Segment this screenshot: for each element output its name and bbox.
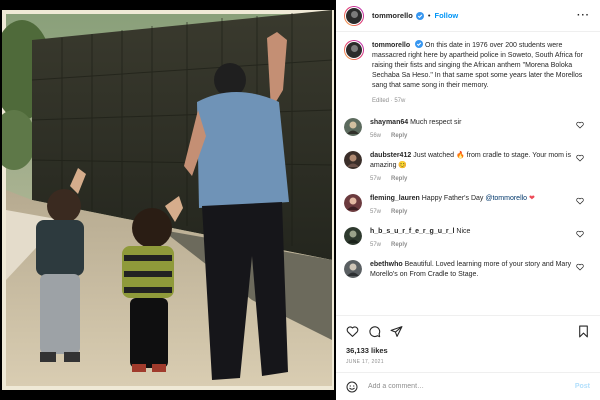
post-comment-button[interactable]: Post — [575, 383, 590, 390]
heart-emoji: ❤ — [529, 195, 535, 202]
reply-button[interactable]: Reply — [391, 133, 407, 139]
author-avatar[interactable] — [344, 5, 364, 26]
post-panel: tommorello • Follow ··· tommorello On th… — [336, 0, 600, 400]
comment-time: 57w — [370, 242, 382, 248]
separator-dot: • — [427, 11, 431, 20]
like-comment-heart-icon[interactable] — [576, 121, 584, 129]
comment-icon[interactable] — [368, 325, 381, 338]
share-icon[interactable] — [390, 325, 403, 338]
caption-meta: Edited · 57w — [372, 98, 406, 104]
like-comment-heart-icon[interactable] — [576, 197, 584, 205]
comment-time: 57w — [370, 176, 382, 182]
comment-text: Nice — [456, 228, 471, 235]
comment-item: h_b_s_u_r_f_e_r_g_u_r_l Nice 57w Reply — [344, 227, 590, 248]
follow-button[interactable]: Follow — [434, 11, 458, 20]
bookmark-icon[interactable] — [577, 325, 590, 338]
commenter-avatar[interactable] — [344, 151, 362, 169]
caption-avatar[interactable] — [344, 40, 364, 60]
comment-username[interactable]: h_b_s_u_r_f_e_r_g_u_r_l — [370, 228, 454, 235]
smile-emoji: 😊 — [398, 162, 408, 169]
post-header: tommorello • Follow ··· — [336, 0, 600, 32]
comments-list[interactable]: tommorello On this date in 1976 over 200… — [336, 33, 600, 315]
more-options-button[interactable]: ··· — [577, 10, 590, 21]
comment-text: Much respect sir — [410, 119, 462, 126]
reply-button[interactable]: Reply — [391, 242, 407, 248]
comment-time: 57w — [370, 209, 382, 215]
likes-count[interactable]: 36,133 likes — [346, 346, 590, 355]
action-icons-row — [346, 322, 590, 340]
instagram-post-modal: tommorello • Follow ··· tommorello On th… — [0, 0, 600, 400]
commenter-avatar[interactable] — [344, 227, 362, 245]
comment-time: 56w — [370, 133, 382, 139]
commenter-avatar[interactable] — [344, 260, 362, 278]
reply-button[interactable]: Reply — [391, 209, 407, 215]
like-comment-heart-icon[interactable] — [576, 154, 584, 162]
comment-username[interactable]: ebethwho — [370, 261, 403, 268]
like-comment-heart-icon[interactable] — [576, 263, 584, 271]
caption-text: On this date in 1976 over 200 students w… — [372, 42, 583, 89]
verified-badge-icon — [415, 11, 424, 20]
comment-username[interactable]: fleming_lauren — [370, 195, 420, 202]
author-username[interactable]: tommorello — [372, 11, 413, 20]
commenter-avatar[interactable] — [344, 118, 362, 136]
comment-item: ebethwho Beautiful. Loved learning more … — [344, 260, 590, 280]
photo-panel — [0, 0, 336, 400]
comment-item: fleming_lauren Happy Father's Day @tommo… — [344, 194, 590, 215]
add-comment-bar: Post — [336, 372, 600, 400]
comment-item: daubster412 Just watched 🔥 from cradle t… — [344, 151, 590, 182]
comment-text: Just watched — [413, 152, 457, 159]
emoji-icon[interactable] — [346, 381, 358, 393]
verified-badge-icon — [415, 40, 424, 48]
post-photo[interactable] — [2, 10, 334, 390]
caption-username[interactable]: tommorello — [372, 42, 410, 49]
heart-icon[interactable] — [346, 325, 359, 338]
fire-emoji: 🔥 — [456, 152, 465, 159]
reply-button[interactable]: Reply — [391, 176, 407, 182]
add-comment-input[interactable] — [368, 383, 548, 390]
comment-username[interactable]: shayman64 — [370, 119, 408, 126]
like-comment-heart-icon[interactable] — [576, 230, 584, 238]
post-caption: tommorello On this date in 1976 over 200… — [344, 40, 590, 106]
mention-link[interactable]: @tommorello — [485, 195, 527, 202]
post-date: JUNE 17, 2021 — [346, 359, 384, 365]
comment-item: shayman64 Much respect sir 56w Reply — [344, 118, 590, 139]
comment-text: Happy Father's Day — [421, 195, 486, 202]
commenter-avatar[interactable] — [344, 194, 362, 212]
comment-username[interactable]: daubster412 — [370, 152, 411, 159]
